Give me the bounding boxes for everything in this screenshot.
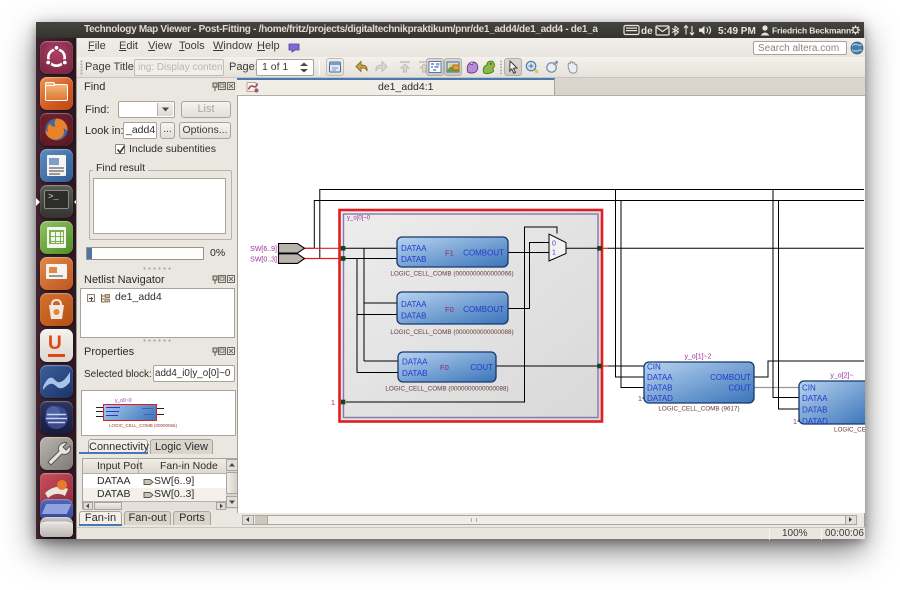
svg-text:SW[0..3]: SW[0..3] (250, 257, 277, 264)
svg-text:LOGIC_CELL_COMB (0000000000000: LOGIC_CELL_COMB (0000000000000088) (385, 386, 508, 393)
svg-text:5:49 PM: 5:49 PM (718, 26, 756, 37)
svg-text:LOGIC_CELL_COMB (9617): LOGIC_CELL_COMB (9617) (658, 406, 739, 413)
svg-text:COMBOUT: COMBOUT (710, 373, 751, 382)
svg-text:DATAB: DATAB (401, 312, 426, 321)
svg-text:DATAA: DATAA (802, 394, 828, 403)
svg-text:COMBOUT: COMBOUT (463, 249, 504, 258)
svg-text:COUT: COUT (470, 363, 493, 372)
svg-text:DATAB: DATAB (402, 369, 427, 378)
svg-text:DATAB: DATAB (401, 255, 426, 264)
svg-text:DATAA: DATAA (401, 300, 427, 309)
svg-text:CIN: CIN (647, 363, 661, 372)
svg-text:y_o[2]~: y_o[2]~ (830, 373, 853, 380)
svg-text:y_o[1]~2: y_o[1]~2 (684, 354, 711, 361)
svg-text:0: 0 (552, 241, 556, 248)
svg-text:DATAA: DATAA (401, 244, 427, 253)
svg-text:de: de (641, 26, 653, 37)
svg-text:1: 1 (638, 394, 642, 403)
svg-text:y_o[0]~0: y_o[0]~0 (347, 216, 371, 222)
svg-text:DATAB: DATAB (647, 384, 672, 393)
svg-text:LOGIC_CELL_CO: LOGIC_CELL_CO (834, 427, 865, 434)
svg-text:F0: F0 (440, 363, 449, 372)
svg-text:F0: F0 (445, 305, 454, 314)
svg-text:DATAD: DATAD (802, 417, 828, 426)
svg-text:1: 1 (331, 398, 335, 407)
svg-text:COUT: COUT (728, 384, 751, 393)
svg-text:Friedrich Beckmann: Friedrich Beckmann (772, 26, 851, 36)
svg-text:SW[6..9]: SW[6..9] (250, 246, 277, 253)
svg-text:LOGIC_CELL_COMB (0000000000000: LOGIC_CELL_COMB (0000000000000088) (390, 329, 513, 336)
svg-text:LOGIC_CELL_COMB (0000000000000: LOGIC_CELL_COMB (0000000000000066) (390, 271, 513, 278)
svg-text:1: 1 (793, 417, 797, 426)
svg-text:1: 1 (552, 250, 556, 257)
svg-text:DATAA: DATAA (647, 373, 673, 382)
svg-text:COMBOUT: COMBOUT (463, 305, 504, 314)
svg-text:CIN: CIN (802, 384, 816, 393)
svg-text:F1: F1 (445, 249, 454, 258)
svg-text:DATAD: DATAD (647, 394, 673, 403)
svg-text:DATAA: DATAA (402, 358, 428, 367)
svg-text:DATAB: DATAB (802, 406, 827, 415)
